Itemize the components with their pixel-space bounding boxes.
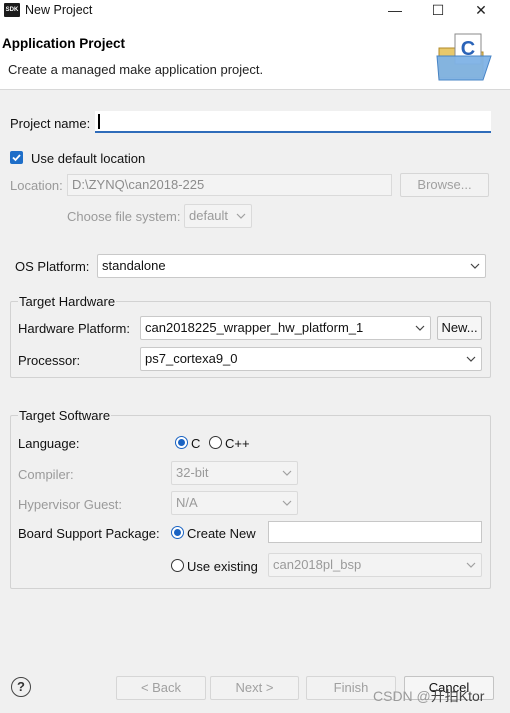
csdn-watermark: CSDN @开拍Ktor <box>373 686 484 706</box>
compiler-label: Compiler: <box>18 467 74 482</box>
os-platform-select[interactable]: standalone <box>97 254 486 278</box>
bsp-use-existing-label: Use existing <box>187 559 258 574</box>
wizard-description: Create a managed make application projec… <box>8 62 264 77</box>
checkmark-icon <box>12 154 21 162</box>
sdk-app-icon: SDK <box>4 3 20 17</box>
c-project-folder-icon: C <box>436 33 492 81</box>
bsp-create-new-radio[interactable] <box>171 526 184 539</box>
wizard-title: Application Project <box>2 36 126 51</box>
hardware-platform-label: Hardware Platform: <box>18 321 130 336</box>
wizard-header: Application Project Create a managed mak… <box>0 22 510 90</box>
file-system-select[interactable]: default <box>184 204 252 228</box>
chevron-down-icon <box>466 562 476 568</box>
close-button[interactable]: ✕ <box>458 0 504 22</box>
chevron-down-icon <box>282 470 292 476</box>
target-software-title: Target Software <box>18 408 112 423</box>
language-c-label: C <box>191 436 201 451</box>
language-cpp-label: C++ <box>225 436 250 451</box>
bsp-label: Board Support Package: <box>18 526 160 541</box>
project-name-label: Project name: <box>10 116 91 131</box>
file-system-label: Choose file system: <box>67 209 181 224</box>
chevron-down-icon <box>282 500 292 506</box>
title-bar: SDK New Project — ☐ ✕ <box>0 0 510 22</box>
language-label: Language: <box>18 436 80 451</box>
os-platform-label: OS Platform: <box>15 259 90 274</box>
processor-select[interactable]: ps7_cortexa9_0 <box>140 347 482 371</box>
hardware-platform-value: can2018225_wrapper_hw_platform_1 <box>145 320 364 335</box>
bsp-existing-select[interactable]: can2018pl_bsp <box>268 553 482 577</box>
chevron-down-icon <box>236 213 246 219</box>
text-caret <box>98 114 100 129</box>
language-cpp-radio[interactable] <box>209 436 222 449</box>
maximize-button[interactable]: ☐ <box>415 0 461 22</box>
watermark-name: 开拍Ktor <box>430 688 485 704</box>
hardware-platform-select[interactable]: can2018225_wrapper_hw_platform_1 <box>140 316 431 340</box>
next-button[interactable]: Next > <box>210 676 299 700</box>
language-c-radio[interactable] <box>175 436 188 449</box>
compiler-select[interactable]: 32-bit <box>171 461 298 485</box>
use-default-location-label: Use default location <box>31 151 146 166</box>
chevron-down-icon <box>466 356 476 362</box>
hypervisor-guest-value: N/A <box>176 495 198 510</box>
compiler-value: 32-bit <box>176 465 209 480</box>
chevron-down-icon <box>415 325 425 331</box>
bsp-existing-value: can2018pl_bsp <box>273 557 362 572</box>
hypervisor-guest-select[interactable]: N/A <box>171 491 298 515</box>
watermark-prefix: CSDN @ <box>373 688 431 704</box>
minimize-button[interactable]: — <box>372 0 418 22</box>
bsp-use-existing-radio[interactable] <box>171 559 184 572</box>
hypervisor-guest-label: Hypervisor Guest: <box>18 497 123 512</box>
back-button[interactable]: < Back <box>116 676 206 700</box>
file-system-value: default <box>189 208 229 223</box>
os-platform-value: standalone <box>102 258 166 273</box>
chevron-down-icon <box>470 263 480 269</box>
window-title: New Project <box>25 3 93 17</box>
processor-value: ps7_cortexa9_0 <box>145 351 238 366</box>
browse-button[interactable]: Browse... <box>400 173 489 197</box>
new-hardware-platform-button[interactable]: New... <box>437 316 482 340</box>
use-default-location-checkbox[interactable] <box>10 151 23 164</box>
processor-label: Processor: <box>18 353 81 368</box>
location-label: Location: <box>10 178 63 193</box>
help-icon[interactable]: ? <box>11 677 31 697</box>
target-hardware-title: Target Hardware <box>18 294 117 309</box>
location-input[interactable]: D:\ZYNQ\can2018-225 <box>67 174 392 196</box>
bsp-create-new-label: Create New <box>187 526 256 541</box>
project-name-input[interactable] <box>95 111 491 133</box>
bsp-name-input[interactable] <box>268 521 482 543</box>
